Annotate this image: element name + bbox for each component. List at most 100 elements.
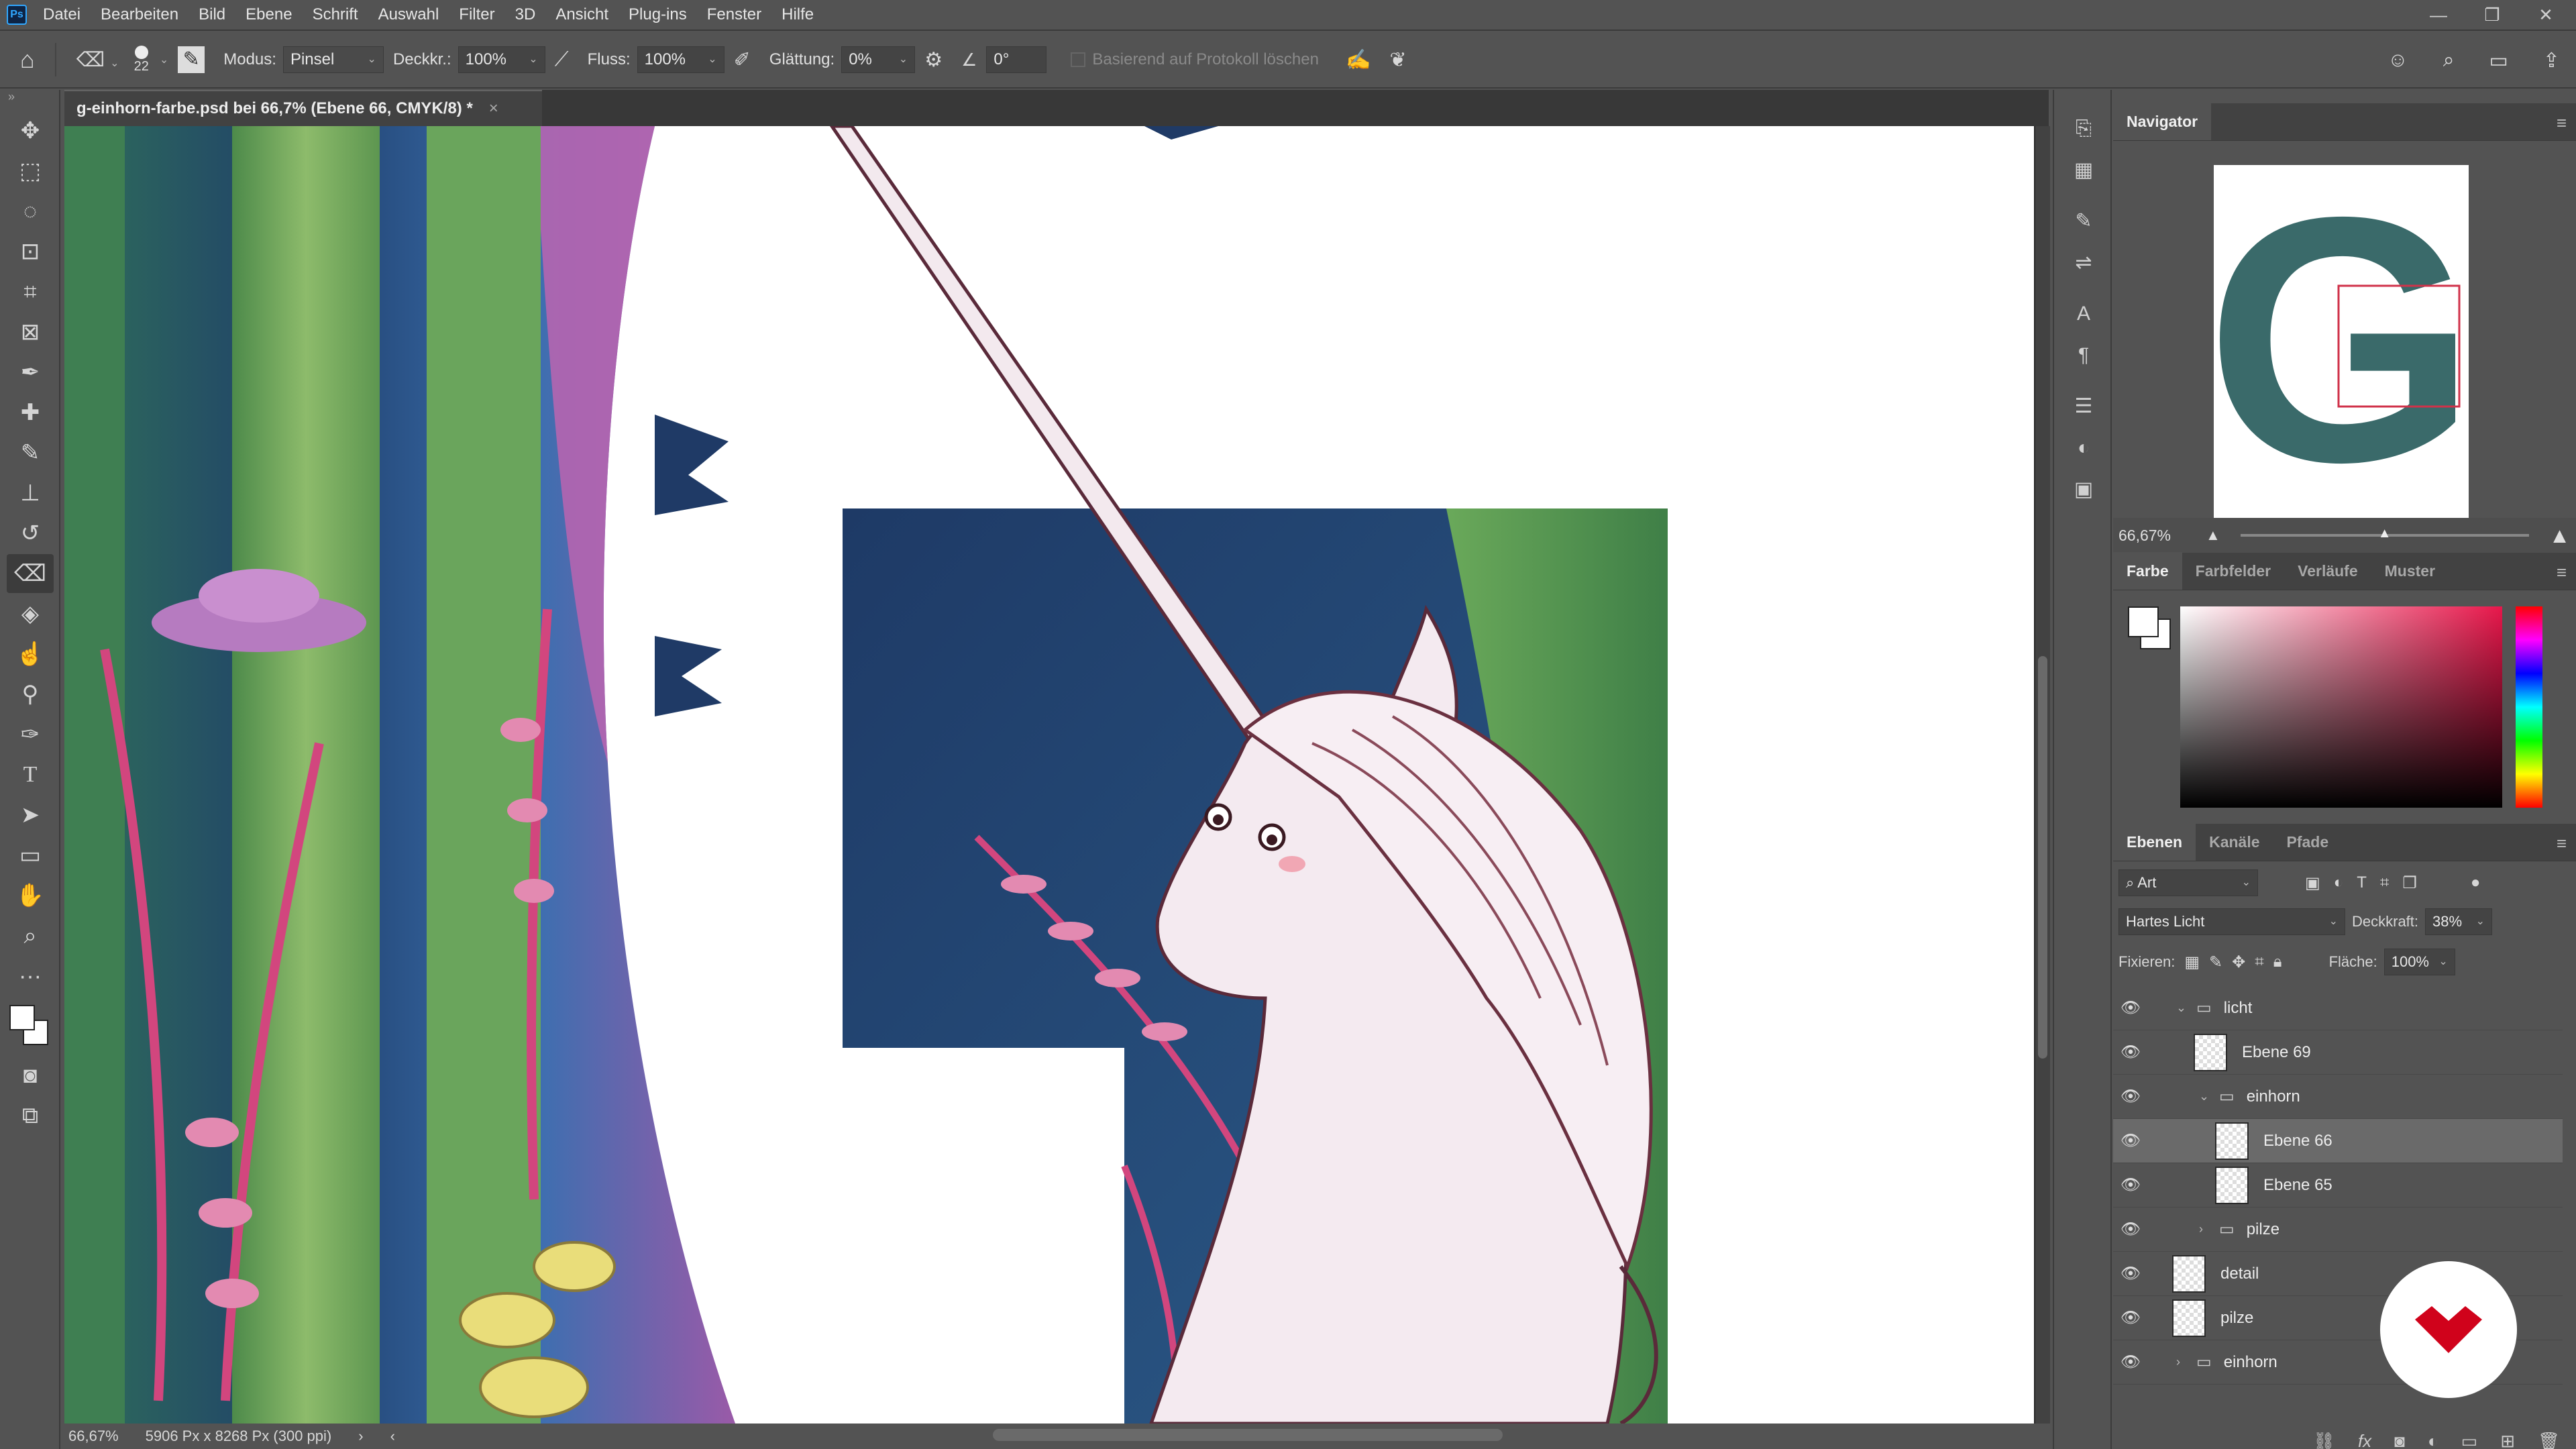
tab-farbfelder[interactable]: Farbfelder (2182, 552, 2284, 590)
smudge-tool-icon[interactable]: ☝ (7, 635, 54, 674)
layer-row-ebene-66[interactable]: 👁︎ Ebene 66 (2113, 1119, 2563, 1163)
history-panel-icon[interactable]: ⎘ (2063, 110, 2104, 148)
eraser-tool-icon[interactable]: ⌫ (7, 554, 54, 593)
status-chevron-icon[interactable]: › (358, 1428, 363, 1445)
document-tab[interactable]: g-einhorn-farbe.psd bei 66,7% (Ebene 66,… (64, 90, 542, 126)
move-tool-icon[interactable]: ✥ (7, 111, 54, 150)
smoothing-input[interactable]: 0% ⌄ (841, 46, 916, 73)
path-selection-tool-icon[interactable]: ➤ (7, 796, 54, 835)
scroll-left-icon[interactable]: ‹ (390, 1428, 395, 1445)
lock-pixels-icon[interactable]: ✎ (2209, 953, 2222, 972)
link-layers-icon[interactable]: ⛓ (2313, 1431, 2335, 1449)
blend-mode-select[interactable]: Hartes Licht ⌄ (2118, 908, 2345, 935)
layer-opacity-input[interactable]: 38% ⌄ (2425, 908, 2493, 935)
rectangle-tool-icon[interactable]: ▭ (7, 836, 54, 875)
visibility-eye-icon[interactable]: 👁︎ (2113, 1087, 2148, 1106)
visibility-eye-icon[interactable]: 👁︎ (2113, 1308, 2148, 1328)
zoom-tool-icon[interactable]: ⌕ (7, 916, 54, 955)
menu-schrift[interactable]: Schrift (313, 5, 358, 24)
visibility-eye-icon[interactable]: 👁︎ (2113, 1131, 2148, 1150)
vertical-scrollbar[interactable] (2035, 126, 2050, 1424)
zoom-out-icon[interactable]: ▲ (2206, 527, 2220, 544)
menu-bearbeiten[interactable]: Bearbeiten (101, 5, 178, 24)
visibility-eye-icon[interactable]: 👁︎ (2113, 1264, 2148, 1283)
share-user-icon[interactable]: ☺ (2387, 49, 2408, 72)
chevron-down-icon[interactable]: ⌄ (2199, 1089, 2212, 1104)
delete-layer-icon[interactable]: 🗑︎ (2538, 1431, 2560, 1449)
eyedropper-tool-icon[interactable]: ✒ (7, 353, 54, 392)
frame-tool-icon[interactable]: ⊠ (7, 313, 54, 352)
libraries-panel-icon[interactable]: ▣ (2063, 471, 2104, 508)
type-tool-icon[interactable]: T (7, 755, 54, 794)
eraser-tool-preset-icon[interactable]: ⌫ ⌄ (76, 48, 119, 72)
workspace-icon[interactable]: ▭ (2489, 49, 2508, 72)
menu-bild[interactable]: Bild (199, 5, 225, 24)
visibility-eye-icon[interactable]: 👁︎ (2113, 1042, 2148, 1062)
chevron-right-icon[interactable]: › (2176, 1355, 2190, 1369)
mode-select[interactable]: Pinsel ⌄ (282, 46, 384, 73)
layer-filter-select[interactable]: ⌕ Art ⌄ (2118, 869, 2258, 896)
layer-row-licht[interactable]: 👁︎ ⌄ ▭ licht (2113, 986, 2563, 1030)
pen-tool-icon[interactable]: ✑ (7, 715, 54, 754)
measurement-panel-icon[interactable]: ▦ (2063, 152, 2104, 189)
panel-menu-icon[interactable]: ≡ (2557, 562, 2567, 583)
zoom-slider[interactable]: ▲ (2240, 526, 2529, 541)
object-selection-tool-icon[interactable]: ⊡ (7, 232, 54, 271)
lock-all-icon[interactable]: 🔒︎ (2273, 953, 2282, 971)
color-swatches[interactable] (7, 1002, 54, 1049)
screen-mode-icon[interactable]: ⧉ (7, 1096, 54, 1135)
brush-settings-panel-icon[interactable]: ⇌ (2063, 244, 2104, 282)
foreground-swatch[interactable] (2128, 606, 2159, 637)
panel-menu-icon[interactable]: ≡ (2557, 833, 2567, 854)
export-share-icon[interactable]: ⇪ (2543, 49, 2560, 72)
filter-smart-object-icon[interactable]: ❐ (2402, 873, 2417, 893)
zoom-in-icon[interactable]: ▲ (2549, 523, 2571, 548)
gear-icon[interactable]: ⚙ (924, 48, 943, 72)
airbrush-icon[interactable]: ✐ (734, 48, 751, 72)
pressure-size-icon[interactable]: ✍ (1346, 48, 1371, 72)
lock-artboard-icon[interactable]: ⌗ (2255, 953, 2264, 971)
navigator-preview[interactable]: G (2206, 145, 2477, 535)
chevron-right-icon[interactable]: › (2199, 1222, 2212, 1236)
menu-plugins[interactable]: Plug-ins (629, 5, 687, 24)
tab-muster[interactable]: Muster (2371, 552, 2449, 590)
brush-size-picker[interactable]: 22 (134, 45, 149, 74)
artwork-canvas[interactable] (64, 126, 2034, 1424)
filter-type-icon[interactable]: T (2357, 873, 2367, 892)
paragraph-panel-icon[interactable]: ¶ (2063, 337, 2104, 374)
adjustment-layer-icon[interactable]: ◐ (2428, 1431, 2438, 1449)
visibility-eye-icon[interactable]: 👁︎ (2113, 1175, 2148, 1195)
home-icon[interactable]: ⌂ (20, 46, 35, 74)
foreground-color-swatch[interactable] (9, 1005, 35, 1030)
menu-hilfe[interactable]: Hilfe (782, 5, 814, 24)
history-checkbox[interactable] (1071, 52, 1086, 67)
status-zoom[interactable]: 66,67% (68, 1428, 119, 1445)
tab-ebenen[interactable]: Ebenen (2113, 823, 2196, 861)
close-tab-icon[interactable]: × (489, 99, 498, 118)
vertical-scroll-thumb[interactable] (2038, 656, 2047, 1059)
history-brush-tool-icon[interactable]: ↺ (7, 514, 54, 553)
navigator-zoom-value[interactable]: 66,67% (2118, 527, 2199, 545)
lock-transparency-icon[interactable]: ▦ (2184, 953, 2200, 972)
add-mask-icon[interactable]: ◙ (2394, 1431, 2405, 1449)
layer-row-pilze-group[interactable]: 👁︎ › ▭ pilze (2113, 1208, 2563, 1252)
dodge-tool-icon[interactable]: ⚲ (7, 675, 54, 714)
canvas-area[interactable] (64, 126, 2035, 1424)
minimize-icon[interactable]: — (2422, 3, 2455, 27)
new-group-icon[interactable]: ▭ (2461, 1431, 2478, 1449)
panel-menu-icon[interactable]: ≡ (2557, 113, 2567, 133)
menu-filter[interactable]: Filter (459, 5, 494, 24)
brush-settings-icon[interactable]: ✎ (178, 46, 205, 73)
menu-ansicht[interactable]: Ansicht (555, 5, 608, 24)
close-icon[interactable]: ✕ (2529, 3, 2563, 27)
pressure-opacity-icon[interactable]: ⟋ (555, 48, 569, 71)
color-swatch-pair[interactable] (2128, 606, 2175, 653)
hue-slider[interactable] (2516, 606, 2542, 808)
tab-navigator[interactable]: Navigator (2113, 103, 2212, 140)
restore-icon[interactable]: ❐ (2475, 3, 2509, 27)
tab-verlaeufe[interactable]: Verläufe (2284, 552, 2371, 590)
lasso-tool-icon[interactable]: ◌ (7, 192, 54, 231)
paint-bucket-tool-icon[interactable]: ◈ (7, 594, 54, 633)
filter-shape-icon[interactable]: ⌗ (2380, 873, 2390, 892)
character-panel-icon[interactable]: A (2063, 295, 2104, 333)
